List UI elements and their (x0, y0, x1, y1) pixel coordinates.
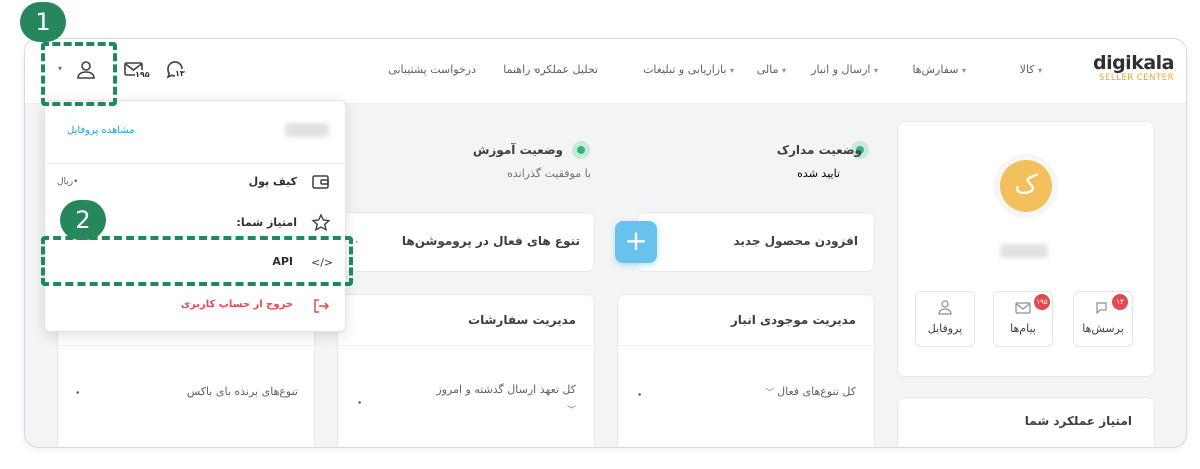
highlight-user-menu (41, 42, 117, 106)
chevron-down-icon: ▾ (873, 66, 878, 75)
nav-item-finance[interactable]: مالی ▾ (757, 63, 786, 76)
logout-icon (314, 299, 330, 313)
questions-badge: ۱۳ (1112, 294, 1128, 310)
wallet-label: کیف پول (248, 175, 297, 188)
score-label: امتیاز شما: (236, 216, 297, 229)
digikala-logo[interactable]: digikala SELLER CENTER (1092, 52, 1175, 83)
promo-title: تنوع های فعال در پروموشن‌ها (401, 234, 580, 248)
docs-status-title: وضعیت مدارک (776, 143, 862, 157)
orders-value: ۰ (356, 395, 364, 409)
docs-status-value: تایید شده (797, 167, 840, 180)
chevron-down-icon: ▾ (533, 66, 538, 75)
chevron-down-icon: ▾ (1037, 66, 1042, 75)
person-icon (938, 300, 952, 315)
add-product-card[interactable]: افزودن محصول جدید (637, 212, 875, 272)
buybox-label: تنوع‌های برنده بای باکس (186, 385, 298, 398)
wallet-icon (312, 175, 329, 189)
notif-count: ۱۳ (175, 69, 185, 78)
highlight-api-item (41, 236, 353, 286)
add-product-label: افزودن محصول جدید (733, 234, 858, 248)
step-badge-2: 2 (60, 200, 106, 240)
nav-item-products[interactable]: کالا ▾ (1020, 63, 1042, 76)
orders-panel: مدیریت سفارشات کل تعهد ارسال گذشته و امر… (337, 294, 595, 447)
messages-label: پیام‌ها (1010, 322, 1036, 335)
logout-label: خروج از حساب کاربری (180, 299, 293, 310)
inventory-value: ۰ (636, 387, 644, 401)
nav-item-shipping[interactable]: ارسال و انبار ▾ (811, 63, 878, 76)
questions-label: پرسش‌ها (1082, 322, 1124, 335)
seller-name-blurred (1000, 244, 1048, 258)
messages-badge: ۱۹۵ (1034, 294, 1050, 310)
training-status-title: وضعیت آموزش (472, 143, 563, 157)
orders-title: مدیریت سفارشات (468, 313, 576, 327)
mail-count: ۱۹۵ (135, 70, 150, 79)
profile-label: پروفایل (927, 322, 963, 335)
performance-card: امتیاز عملکرد شما (897, 397, 1155, 447)
wallet-value: •ریال (57, 177, 79, 187)
messages-tile[interactable]: ۱۹۵ پیام‌ها (993, 291, 1053, 347)
training-status-icon (572, 141, 590, 159)
view-profile-link[interactable]: مشاهده پروفایل (67, 125, 135, 136)
user-name-blurred (285, 123, 329, 137)
inventory-filter-select[interactable]: کل تنوع‌های فعال ﹀ (766, 385, 856, 398)
notifications-icon[interactable]: ۱۳ (163, 57, 189, 83)
promo-count: ۰ (354, 235, 360, 248)
step-badge-1: 1 (20, 2, 66, 42)
seller-avatar: ک (1000, 160, 1052, 212)
nav-item-analytics[interactable]: تحلیل عملکرد (535, 63, 598, 76)
chevron-down-icon: ▾ (961, 66, 966, 75)
performance-title: امتیاز عملکرد شما (1024, 414, 1132, 428)
profile-tile[interactable]: پروفایل (915, 291, 975, 347)
inventory-title: مدیریت موجودی انبار (730, 313, 856, 327)
inventory-panel: مدیریت موجودی انبار کل تنوع‌های فعال ﹀ ۰ (617, 294, 875, 447)
nav-item-support[interactable]: درخواست پشتیبانی (388, 63, 476, 76)
chat-icon (1096, 302, 1107, 315)
buybox-value: ۰ (74, 385, 82, 399)
top-header: digikala SELLER CENTER کالا ▾ سفارش‌ها ▾… (25, 39, 1186, 104)
questions-tile[interactable]: ۱۳ پرسش‌ها (1073, 291, 1133, 347)
chevron-down-icon: ﹀ (765, 388, 774, 397)
promo-card[interactable]: تنوع های فعال در پروموشن‌ها ۰ (337, 212, 595, 272)
chevron-down-icon[interactable]: ﹀ (567, 403, 576, 416)
envelope-icon (1015, 302, 1031, 314)
nav-item-marketing[interactable]: بازاریابی و تبلیغات ▾ (643, 63, 734, 76)
add-product-button[interactable]: + (615, 221, 657, 263)
nav-item-orders[interactable]: سفارش‌ها ▾ (912, 63, 966, 76)
nav-item-guide[interactable]: راهنما ▾ (503, 63, 538, 76)
star-icon (311, 213, 331, 232)
training-status-value: با موفقیت گذرانده (507, 167, 591, 180)
chevron-down-icon: ▾ (729, 66, 734, 75)
orders-filter-select[interactable]: کل تعهد ارسال گذشته و امروز (436, 383, 576, 396)
mail-icon[interactable]: ۱۹۵ (123, 57, 150, 83)
chevron-down-icon: ▾ (781, 66, 786, 75)
brand-sub: SELLER CENTER (1099, 73, 1174, 83)
brand-name: digikala (1092, 52, 1175, 74)
